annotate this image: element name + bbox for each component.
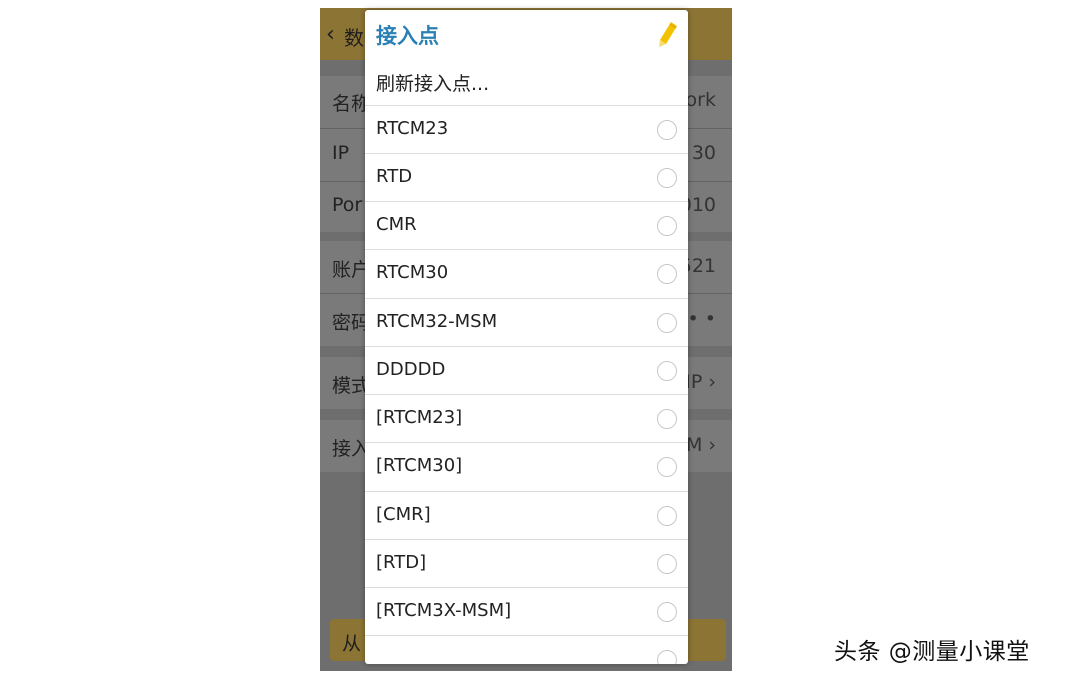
row-value: 30 — [691, 142, 716, 164]
radio-button[interactable] — [657, 313, 677, 333]
option-rtcm23[interactable]: RTCM23 — [365, 105, 688, 153]
option-label: RTCM32-MSM — [376, 311, 498, 332]
option-label: RTCM23 — [376, 118, 449, 139]
option-label: [RTCM30] — [376, 455, 463, 476]
radio-button[interactable] — [657, 506, 677, 526]
option-ddddd[interactable]: DDDDD — [365, 346, 688, 394]
option-label: [RTCM23] — [376, 407, 463, 428]
option-rtcm32-msm[interactable]: RTCM32-MSM — [365, 298, 688, 346]
radio-button[interactable] — [657, 120, 677, 140]
radio-button[interactable] — [657, 554, 677, 574]
row-label: IP — [332, 142, 350, 164]
row-value: ork — [685, 89, 716, 111]
watermark: 头条 @测量小课堂 — [834, 639, 1030, 665]
option-bracket-rtd[interactable]: [RTD] — [365, 539, 688, 587]
radio-button[interactable] — [657, 457, 677, 477]
radio-button[interactable] — [657, 409, 677, 429]
radio-button[interactable] — [657, 168, 677, 188]
back-icon[interactable]: ‹ — [326, 22, 335, 47]
option-partial[interactable] — [365, 635, 688, 664]
refresh-mountpoints-item[interactable]: 刷新接入点... — [376, 69, 489, 96]
row-label: Por — [332, 194, 363, 216]
radio-button[interactable] — [657, 602, 677, 622]
radio-button[interactable] — [657, 650, 677, 664]
option-label: [CMR] — [376, 504, 431, 525]
row-value: • • — [687, 308, 716, 330]
option-bracket-rtcm23[interactable]: [RTCM23] — [365, 394, 688, 442]
row-value: M › — [685, 434, 716, 456]
app-bar-title: 数 — [344, 26, 364, 50]
option-bracket-cmr[interactable]: [CMR] — [365, 491, 688, 539]
option-rtd[interactable]: RTD — [365, 153, 688, 201]
option-label: RTCM30 — [376, 262, 449, 283]
option-rtcm30[interactable]: RTCM30 — [365, 249, 688, 297]
option-cmr[interactable]: CMR — [365, 201, 688, 249]
pencil-icon[interactable] — [656, 20, 680, 48]
mountpoint-dialog: 接入点 刷新接入点... RTCM23 RTD CMR RTCM30 RTCM3… — [365, 10, 688, 664]
row-value: IP › — [685, 371, 716, 393]
dialog-title: 接入点 — [376, 24, 439, 48]
option-label: DDDDD — [376, 359, 446, 380]
option-label: [RTD] — [376, 552, 427, 573]
bottom-button-label: 从 — [342, 633, 362, 655]
radio-button[interactable] — [657, 216, 677, 236]
radio-button[interactable] — [657, 264, 677, 284]
option-label: RTD — [376, 166, 413, 187]
option-bracket-rtcm30[interactable]: [RTCM30] — [365, 442, 688, 490]
radio-button[interactable] — [657, 361, 677, 381]
option-bracket-rtcm3x-msm[interactable]: [RTCM3X-MSM] — [365, 587, 688, 635]
option-label: CMR — [376, 214, 417, 235]
option-label: [RTCM3X-MSM] — [376, 600, 512, 621]
